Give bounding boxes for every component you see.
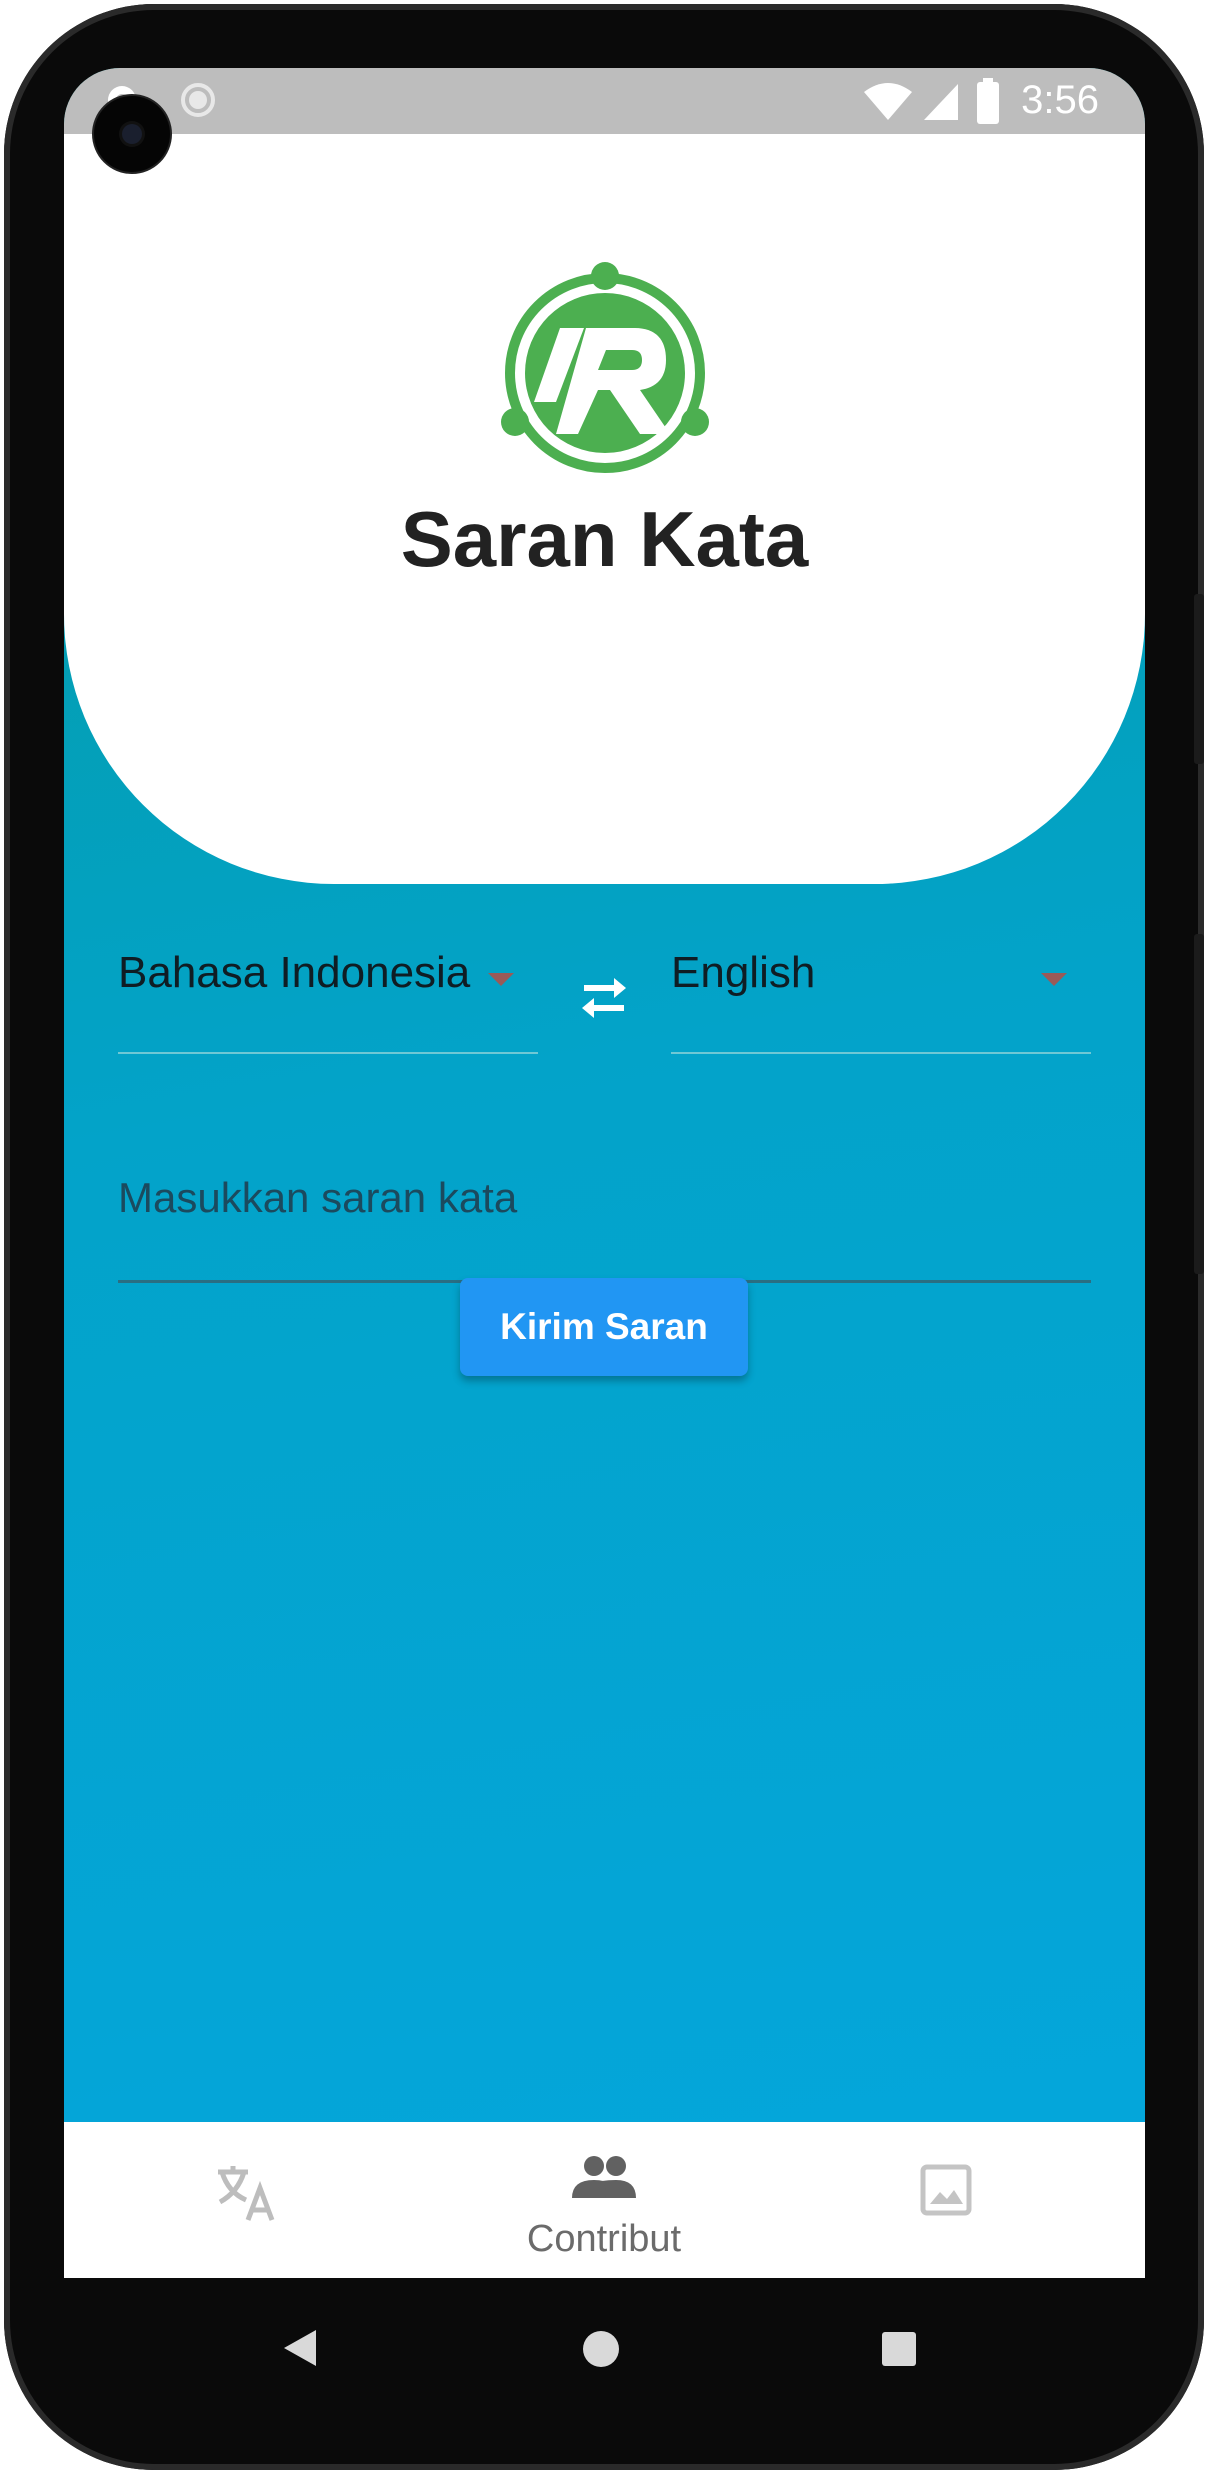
app-logo: [501, 262, 709, 473]
power-button: [1194, 594, 1204, 764]
status-bar: 3:56: [64, 68, 1145, 134]
nav-item-image[interactable]: [784, 2122, 1144, 2278]
target-language-dropdown[interactable]: English: [671, 918, 1091, 1054]
sync-icon: [181, 83, 215, 117]
image-icon: [920, 2164, 972, 2216]
people-icon: [572, 2156, 636, 2198]
source-language-label: Bahasa Indonesia: [118, 948, 471, 997]
suggestion-input-placeholder: Masukkan saran kata: [118, 1174, 518, 1221]
bottom-navigation: Contribut: [64, 2122, 1145, 2278]
nav-label-contribut: Contribut: [526, 2218, 682, 2260]
system-navigation-bar: [4, 2278, 1204, 2398]
swap-languages-icon[interactable]: [576, 974, 632, 1022]
back-icon[interactable]: [282, 2328, 318, 2368]
page-title: Saran Kata: [400, 495, 809, 583]
header-panel: Saran Kata: [64, 134, 1145, 884]
volume-button: [1194, 934, 1204, 1274]
submit-suggestion-button[interactable]: Kirim Saran: [460, 1278, 748, 1376]
recents-icon[interactable]: [882, 2332, 916, 2366]
translate-icon: [218, 2166, 275, 2221]
phone-frame: 3:56 Saran Kata Bahasa Indonesia English…: [4, 4, 1204, 2470]
home-icon[interactable]: [582, 2330, 620, 2368]
nav-item-contribut[interactable]: Contribut: [424, 2122, 784, 2278]
wifi-icon: [864, 83, 912, 120]
battery-icon: [977, 78, 999, 124]
cellular-signal-icon: [924, 84, 958, 120]
chevron-down-icon: [1041, 973, 1067, 986]
nav-item-translate[interactable]: [64, 2122, 424, 2278]
app-screen: 3:56 Saran Kata Bahasa Indonesia English…: [64, 68, 1145, 2278]
status-time: 3:56: [1021, 78, 1099, 122]
chevron-down-icon: [488, 973, 514, 986]
target-language-label: English: [671, 948, 816, 997]
front-camera: [94, 96, 170, 172]
source-language-dropdown[interactable]: Bahasa Indonesia: [118, 918, 538, 1054]
suggestion-input[interactable]: Masukkan saran kata: [118, 1118, 1091, 1283]
